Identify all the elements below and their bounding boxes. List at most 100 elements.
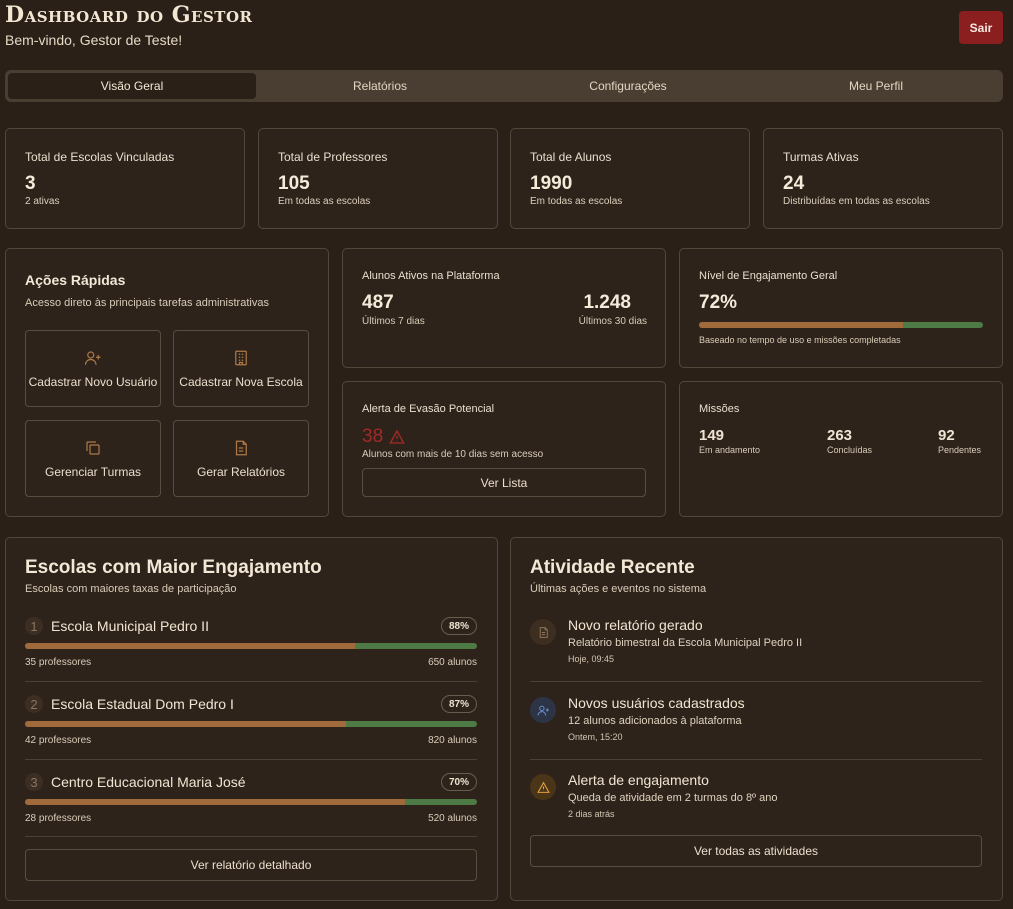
warning-icon — [536, 781, 550, 793]
mission-value: 92 — [938, 427, 955, 444]
logout-button[interactable]: Sair — [959, 11, 1003, 44]
progress-fill — [699, 322, 904, 328]
engagement-badge: 70% — [441, 773, 477, 791]
engagement-badge: 88% — [441, 617, 477, 635]
top-schools-card: Escolas com Maior Engajamento Escolas co… — [5, 537, 498, 901]
tab-settings[interactable]: Configurações — [504, 73, 752, 99]
engagement-card: Nível de Engajamento Geral 72% Baseado n… — [679, 248, 1003, 368]
building-icon — [235, 350, 247, 365]
quick-actions-title: Ações Rápidas — [25, 272, 126, 288]
add-school-button[interactable]: Cadastrar Nova Escola — [173, 330, 309, 407]
stat-label: Total de Professores — [278, 150, 388, 164]
student-count: 650 alunos — [428, 657, 477, 668]
stat-note: Distribuídas em todas as escolas — [783, 196, 930, 207]
mission-in-progress: 149 Em andamento — [699, 427, 760, 455]
teacher-count: 35 professores — [25, 657, 92, 668]
activity-time: Ontem, 15:20 — [568, 732, 623, 742]
school-row[interactable]: 3 Centro Educacional Maria José 70% 28 p… — [25, 773, 477, 851]
progress-fill — [25, 643, 355, 649]
stat-label: Turmas Ativas — [783, 150, 859, 164]
stat-label: Total de Alunos — [530, 150, 612, 164]
school-name: Escola Estadual Dom Pedro I — [51, 696, 234, 712]
school-name: Escola Municipal Pedro II — [51, 618, 209, 634]
document-icon — [235, 440, 247, 455]
dropout-note: Alunos com mais de 10 dias sem acesso — [362, 449, 544, 460]
engagement-note: Baseado no tempo de uso e missões comple… — [699, 335, 901, 345]
recent-activity-card: Atividade Recente Últimas ações e evento… — [510, 537, 1003, 901]
active-7-label: Últimos 7 dias — [362, 316, 425, 327]
card-title: Nível de Engajamento Geral — [699, 270, 838, 282]
user-plus-icon — [537, 705, 549, 715]
welcome-text: Bem-vindo, Gestor de Teste! — [5, 32, 183, 48]
card-title: Alunos Ativos na Plataforma — [362, 270, 500, 282]
button-label: Cadastrar Nova Escola — [179, 374, 303, 389]
user-plus-icon — [84, 350, 101, 365]
activity-title: Novos usuários cadastrados — [568, 695, 745, 711]
view-list-button[interactable]: Ver Lista — [362, 468, 646, 497]
divider — [25, 681, 477, 682]
student-count: 820 alunos — [428, 735, 477, 746]
mission-completed: 263 Concluídas — [827, 427, 872, 455]
rank-badge: 1 — [25, 617, 43, 635]
activity-time: 2 dias atrás — [568, 809, 615, 819]
activity-desc: 12 alunos adicionados à plataforma — [568, 715, 742, 727]
activity-item: Alerta de engajamento Queda de atividade… — [530, 772, 982, 842]
tab-overview[interactable]: Visão Geral — [8, 73, 256, 99]
button-label: Gerar Relatórios — [196, 464, 286, 479]
divider — [530, 681, 982, 682]
stat-value: 1990 — [530, 173, 573, 194]
student-count: 520 alunos — [428, 813, 477, 824]
add-user-button[interactable]: Cadastrar Novo Usuário — [25, 330, 161, 407]
divider — [530, 759, 982, 760]
divider — [25, 836, 477, 837]
recent-activity-title: Atividade Recente — [530, 557, 695, 578]
tab-reports[interactable]: Relatórios — [256, 73, 504, 99]
tab-profile[interactable]: Meu Perfil — [752, 73, 1000, 99]
school-row[interactable]: 1 Escola Municipal Pedro II 88% 35 profe… — [25, 617, 477, 695]
dropout-alert-card: Alerta de Evasão Potencial 38 Alunos com… — [342, 381, 666, 517]
school-row[interactable]: 2 Escola Estadual Dom Pedro I 87% 42 pro… — [25, 695, 477, 773]
activity-title: Alerta de engajamento — [568, 772, 709, 788]
warning-icon — [389, 429, 405, 444]
divider — [25, 759, 477, 760]
engagement-badge: 87% — [441, 695, 477, 713]
progress-fill — [25, 799, 405, 805]
generate-reports-button[interactable]: Gerar Relatórios — [173, 420, 309, 497]
active-30-value: 1.248 — [583, 292, 631, 313]
engagement-progress-bar — [699, 322, 983, 328]
button-label: Cadastrar Novo Usuário — [28, 374, 158, 389]
stat-card-schools: Total de Escolas Vinculadas 3 2 ativas — [5, 128, 245, 229]
teacher-count: 28 professores — [25, 813, 92, 824]
recent-activity-subtitle: Últimas ações e eventos no sistema — [530, 583, 707, 595]
rank-badge: 2 — [25, 695, 43, 713]
missions-card: Missões 149 Em andamento 263 Concluídas … — [679, 381, 1003, 517]
mission-label: Em andamento — [699, 445, 761, 455]
stat-note: Em todas as escolas — [278, 196, 371, 207]
stat-card-teachers: Total de Professores 105 Em todas as esc… — [258, 128, 498, 229]
quick-actions-subtitle: Acesso direto às principais tarefas admi… — [25, 297, 269, 309]
stat-label: Total de Escolas Vinculadas — [25, 150, 175, 164]
stat-card-students: Total de Alunos 1990 Em todas as escolas — [510, 128, 750, 229]
stat-note: Em todas as escolas — [530, 196, 623, 207]
activity-desc: Relatório bimestral da Escola Municipal … — [568, 637, 803, 649]
activity-desc: Queda de atividade em 2 turmas do 8º ano — [568, 792, 778, 804]
stat-note: 2 ativas — [25, 196, 60, 207]
detailed-report-button[interactable]: Ver relatório detalhado — [25, 849, 477, 881]
rank-badge: 3 — [25, 773, 43, 791]
stat-value: 3 — [25, 173, 36, 194]
view-all-activities-button[interactable]: Ver todas as atividades — [530, 835, 982, 867]
teacher-count: 42 professores — [25, 735, 92, 746]
top-schools-subtitle: Escolas com maiores taxas de participaçã… — [25, 583, 237, 595]
mission-value: 263 — [827, 427, 853, 444]
progress-fill — [25, 721, 346, 727]
button-label: Gerenciar Turmas — [44, 464, 142, 479]
stat-value: 24 — [783, 173, 805, 194]
top-schools-title: Escolas com Maior Engajamento — [25, 557, 322, 578]
activity-icon-wrap — [530, 619, 556, 645]
page-title: Dashboard do Gestor — [5, 2, 253, 28]
school-progress-bar — [25, 799, 477, 805]
manage-classes-button[interactable]: Gerenciar Turmas — [25, 420, 161, 497]
tab-bar: Visão Geral Relatórios Configurações Meu… — [5, 70, 1003, 102]
school-progress-bar — [25, 643, 477, 649]
school-progress-bar — [25, 721, 477, 727]
